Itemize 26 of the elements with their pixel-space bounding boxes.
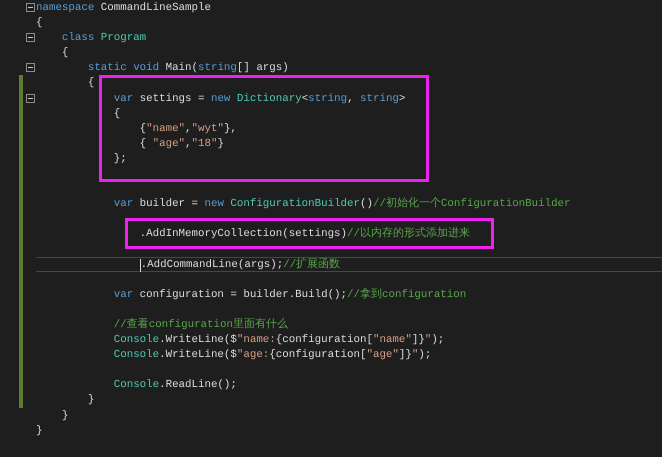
code-line: var builder = new ConfigurationBuilder()//初始化一个ConfigurationBuilder <box>112 198 571 212</box>
code-line: //查看configuration里面有什么 <box>112 318 288 332</box>
code-line: var settings = new Dictionary<string, string> <box>112 92 406 106</box>
collapse-icon[interactable] <box>26 3 35 12</box>
code-line: namespace CommandLineSample <box>36 2 211 15</box>
code-line: Console.ReadLine(); <box>112 379 237 392</box>
code-line: {"name","wyt"}, <box>138 122 237 136</box>
code-line: }; <box>112 152 127 166</box>
code-line: } <box>60 410 68 423</box>
code-line: { <box>36 17 42 30</box>
code-line: static void Main(string[] args) <box>86 62 289 76</box>
collapse-icon[interactable] <box>26 94 35 103</box>
collapse-icon[interactable] <box>26 63 35 72</box>
code-line: .AddInMemoryCollection(settings)//以内存的形式添加进来 <box>138 228 470 242</box>
code-line: .AddCommandLine(args);//扩展函数 <box>138 258 340 272</box>
code-line: { "age","18"} <box>138 138 224 151</box>
code-line: } <box>36 424 42 438</box>
collapse-icon[interactable] <box>26 33 35 42</box>
code-line: var configuration = builder.Build();//拿到configuration <box>112 288 466 302</box>
code-line: Console.WriteLine($"name:{configuration["name"]}"); <box>112 334 444 348</box>
code-line: class Program <box>60 32 146 46</box>
code-line: { <box>86 77 94 90</box>
code-line: { <box>112 108 120 121</box>
code-line: } <box>86 394 94 408</box>
code-line: Console.WriteLine($"age:{configuration["age"]}"); <box>112 349 432 362</box>
code-line: { <box>60 47 68 60</box>
